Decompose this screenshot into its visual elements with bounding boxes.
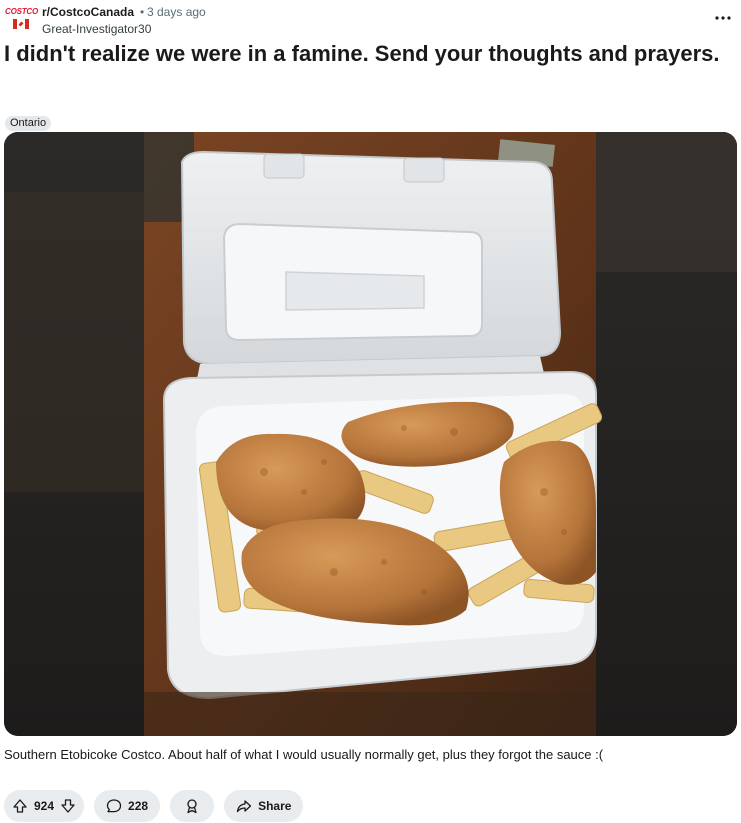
costco-logo: COSTCO [5, 7, 39, 16]
comment-icon [106, 799, 122, 813]
subreddit-avatar[interactable]: COSTCO [4, 6, 38, 32]
award-button[interactable] [170, 790, 215, 822]
post-title[interactable]: I didn't realize we were in a famine. Se… [4, 40, 724, 68]
post-image[interactable] [4, 132, 737, 736]
post-caption: Southern Etobicoke Costco. About half of… [4, 747, 604, 762]
comment-count: 228 [128, 799, 149, 813]
post-time: 3 days ago [147, 5, 206, 19]
more-options-button[interactable] [713, 8, 733, 28]
upvote-icon[interactable] [12, 798, 28, 814]
meta-separator: • [140, 5, 145, 19]
subreddit-link[interactable]: r/CostcoCanada [42, 4, 134, 20]
more-options-icon [715, 16, 731, 20]
vote-control: 924 [4, 790, 85, 822]
post-action-bar: 924 228 Share [4, 790, 304, 822]
comments-button[interactable]: 228 [94, 790, 161, 822]
author-link[interactable]: Great-Investigator30 [42, 21, 151, 37]
share-button[interactable]: Share [224, 790, 304, 822]
share-label: Share [258, 799, 292, 813]
share-icon [236, 800, 252, 813]
post-flair[interactable]: Ontario [5, 116, 52, 131]
vote-count: 924 [34, 799, 55, 813]
post-header: COSTCO r/CostcoCanada • 3 days ago Great… [4, 4, 737, 38]
food-container-photo [4, 132, 737, 736]
downvote-icon[interactable] [60, 798, 76, 814]
award-icon [187, 799, 197, 814]
canada-flag-icon [13, 19, 29, 29]
